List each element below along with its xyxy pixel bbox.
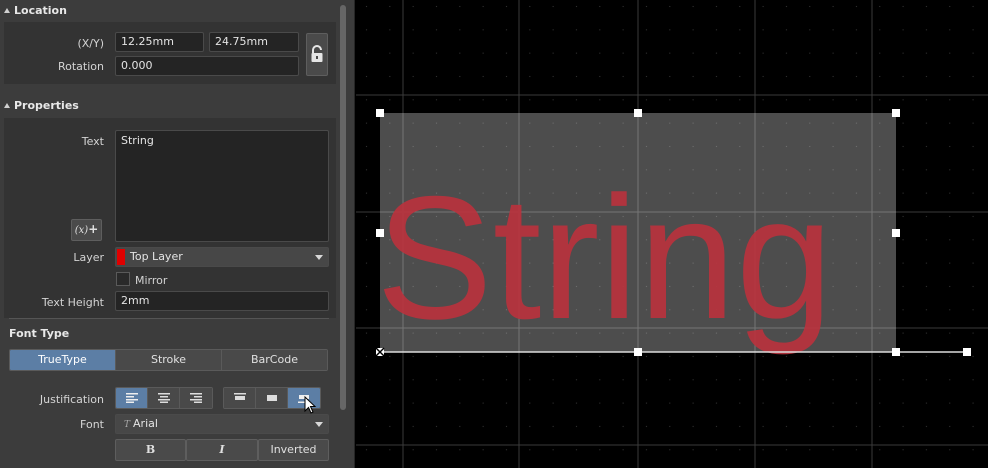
font-dropdown[interactable]: T Arial	[115, 414, 329, 434]
text-value-area[interactable]: String	[115, 130, 329, 242]
properties-panel: Location (X/Y) 12.25mm 24.75mm Rotation …	[0, 0, 355, 468]
location-header-label: Location	[14, 4, 67, 17]
properties-header-label: Properties	[14, 99, 79, 112]
tab-truetype[interactable]: TrueType	[10, 350, 116, 370]
reference-point-handle[interactable]	[375, 347, 385, 357]
resize-handle[interactable]	[892, 109, 900, 117]
rotation-label: Rotation	[57, 60, 104, 73]
resize-handle[interactable]	[634, 109, 642, 117]
align-top-button[interactable]	[224, 388, 256, 408]
y-position-field[interactable]: 24.75mm	[209, 32, 299, 52]
font-label: Font	[80, 418, 104, 431]
layer-value: Top Layer	[130, 250, 183, 263]
bold-button[interactable]: B	[115, 439, 186, 461]
lock-icon	[311, 45, 323, 62]
layer-color-swatch	[117, 249, 125, 265]
tab-barcode[interactable]: BarCode	[222, 350, 327, 370]
resize-handle[interactable]	[963, 348, 971, 356]
collapse-triangle-icon	[4, 103, 10, 108]
mirror-label: Mirror	[135, 274, 168, 287]
align-middle-button[interactable]	[256, 388, 288, 408]
resize-handle[interactable]	[892, 229, 900, 237]
mouse-cursor-icon	[304, 396, 317, 414]
align-center-button[interactable]	[148, 388, 180, 408]
text-height-label: Text Height	[41, 296, 104, 309]
location-section-header[interactable]: Location	[0, 1, 338, 21]
justification-label: Justification	[39, 393, 104, 406]
align-top-icon	[233, 393, 246, 400]
lock-button[interactable]	[306, 33, 328, 76]
font-type-header: Font Type	[9, 327, 70, 340]
align-left-button[interactable]	[116, 388, 148, 408]
text-label: Text	[81, 135, 104, 148]
chevron-down-icon	[315, 422, 323, 427]
truetype-font-icon: T	[124, 420, 131, 430]
horizontal-justification-group	[115, 387, 213, 409]
resize-handle[interactable]	[634, 348, 642, 356]
align-right-icon	[190, 393, 202, 403]
layer-label: Layer	[73, 251, 104, 264]
x-position-field[interactable]: 12.25mm	[115, 32, 204, 52]
resize-handle[interactable]	[376, 229, 384, 237]
layer-dropdown[interactable]: Top Layer	[115, 247, 329, 267]
inverted-button[interactable]: Inverted	[258, 439, 329, 461]
panel-scrollbar[interactable]	[340, 5, 346, 410]
font-value: Arial	[133, 417, 158, 430]
chevron-down-icon	[315, 255, 323, 260]
variable-plus-icon: (x)+	[74, 222, 99, 236]
text-height-field[interactable]: 2mm	[115, 291, 329, 311]
tab-stroke[interactable]: Stroke	[116, 350, 222, 370]
properties-section-header[interactable]: Properties	[0, 96, 338, 116]
divider	[9, 318, 329, 319]
insert-variable-button[interactable]: (x)+	[71, 219, 102, 241]
align-right-button[interactable]	[180, 388, 212, 408]
mirror-checkbox[interactable]	[116, 272, 130, 286]
xy-label: (X/Y)	[77, 37, 104, 50]
italic-button[interactable]: I	[186, 439, 258, 461]
resize-handle[interactable]	[892, 348, 900, 356]
resize-handle[interactable]	[376, 109, 384, 117]
font-type-tabs: TrueType Stroke BarCode	[9, 349, 328, 371]
collapse-triangle-icon	[4, 8, 10, 13]
canvas-svg: String	[356, 0, 988, 468]
align-left-icon	[125, 393, 138, 403]
align-center-icon	[157, 393, 170, 403]
rotation-field[interactable]: 0.000	[115, 56, 299, 76]
string-text-object[interactable]: String	[376, 161, 833, 356]
align-middle-icon	[266, 395, 277, 401]
pcb-canvas[interactable]: String	[356, 0, 988, 468]
